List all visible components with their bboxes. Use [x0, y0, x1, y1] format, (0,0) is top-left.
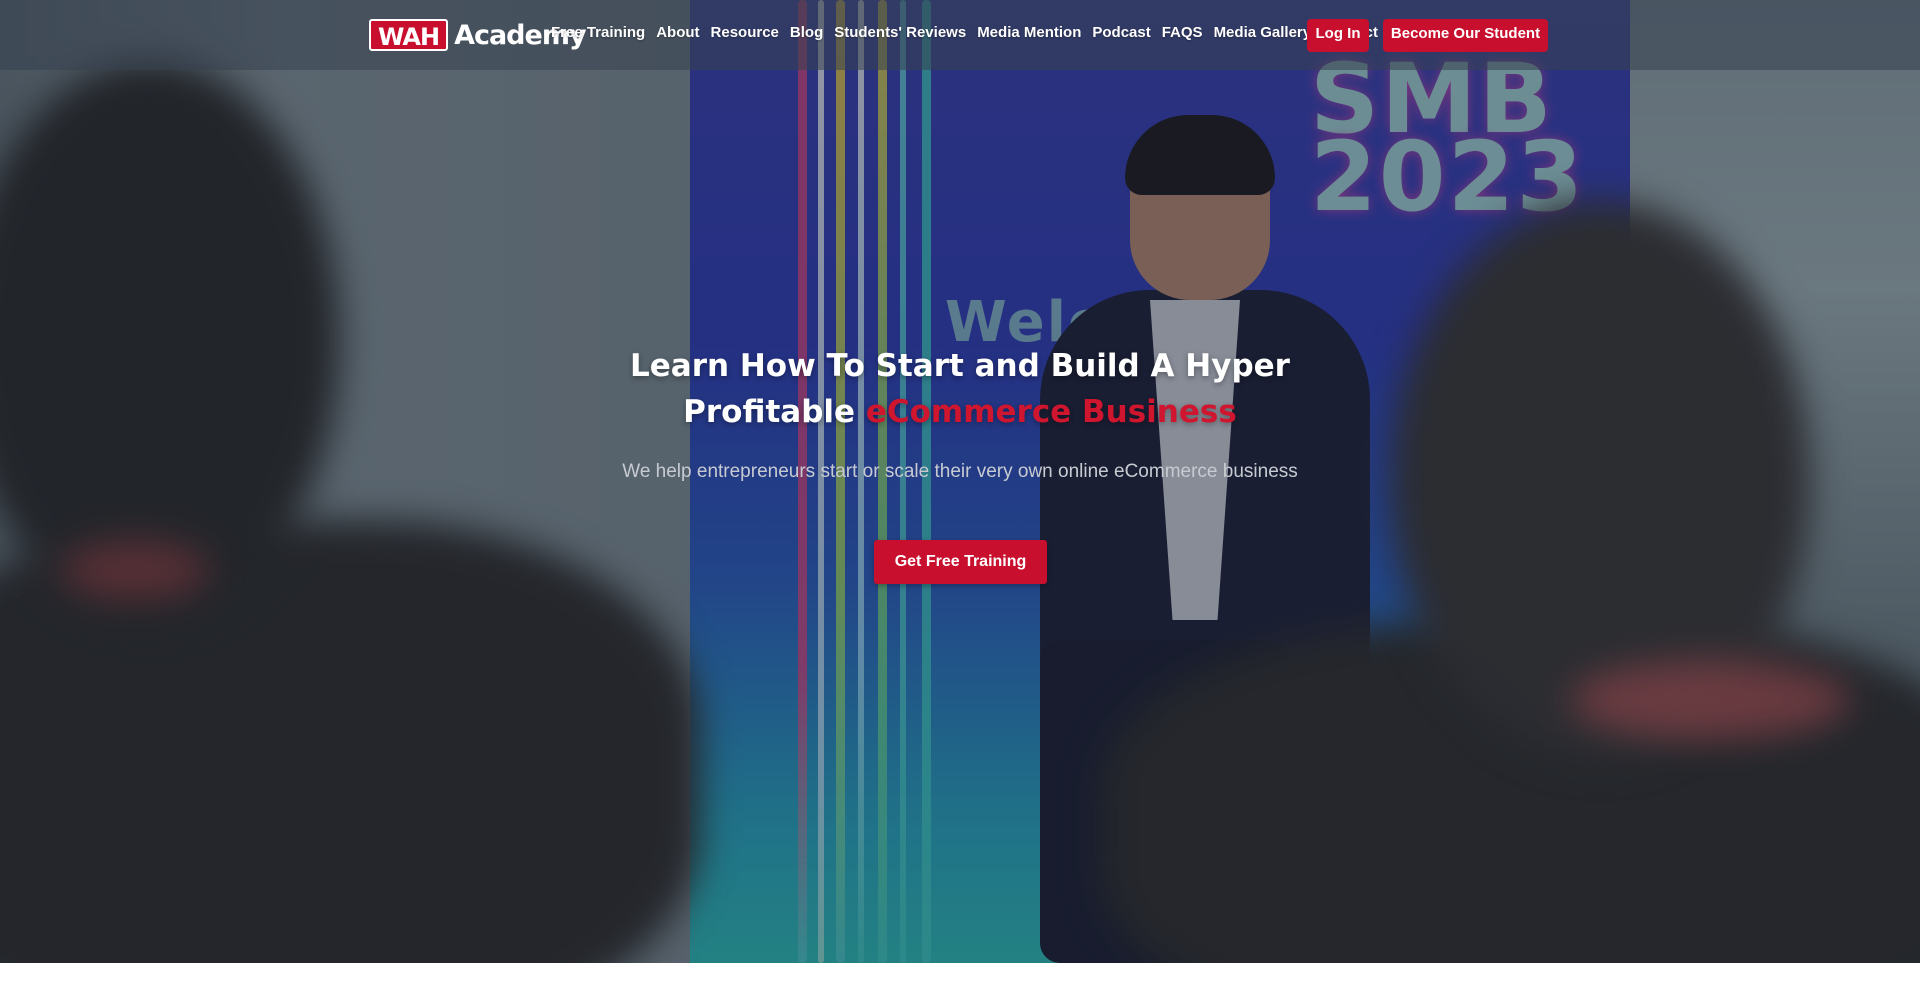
nav-about[interactable]: About: [656, 24, 699, 41]
site-header: WAH Academy Free Training About Resource…: [0, 0, 1920, 70]
nav-blog[interactable]: Blog: [790, 24, 823, 41]
logo-badge: WAH: [369, 19, 449, 51]
page-below-fold: [0, 963, 1920, 993]
hero-title-line1: Learn How To Start and Build A Hyper: [630, 348, 1290, 384]
log-in-button[interactable]: Log In: [1307, 19, 1369, 52]
nav-media-mention[interactable]: Media Mention: [977, 24, 1081, 41]
nav-media-gallery[interactable]: Media Gallery: [1214, 24, 1312, 41]
hero-title-line2: Profitable: [683, 394, 856, 430]
main-nav: Free Training About Resource Blog Studen…: [551, 24, 1389, 41]
nav-resource[interactable]: Resource: [711, 24, 779, 41]
nav-free-training[interactable]: Free Training: [551, 24, 645, 41]
nav-podcast[interactable]: Podcast: [1092, 24, 1150, 41]
nav-faqs[interactable]: FAQS: [1162, 24, 1203, 41]
hero-title-accent: eCommerce Business: [865, 394, 1237, 430]
hero-subtitle: We help entrepreneurs start or scale the…: [622, 461, 1298, 482]
get-free-training-button[interactable]: Get Free Training: [874, 540, 1047, 584]
hero-section: SMB 2023 Welcome Learn How To Start and …: [0, 0, 1920, 963]
hero-title: Learn How To Start and Build A Hyper Pro…: [560, 343, 1360, 435]
become-student-button[interactable]: Become Our Student: [1383, 19, 1548, 52]
nav-students-reviews[interactable]: Students' Reviews: [834, 24, 966, 41]
